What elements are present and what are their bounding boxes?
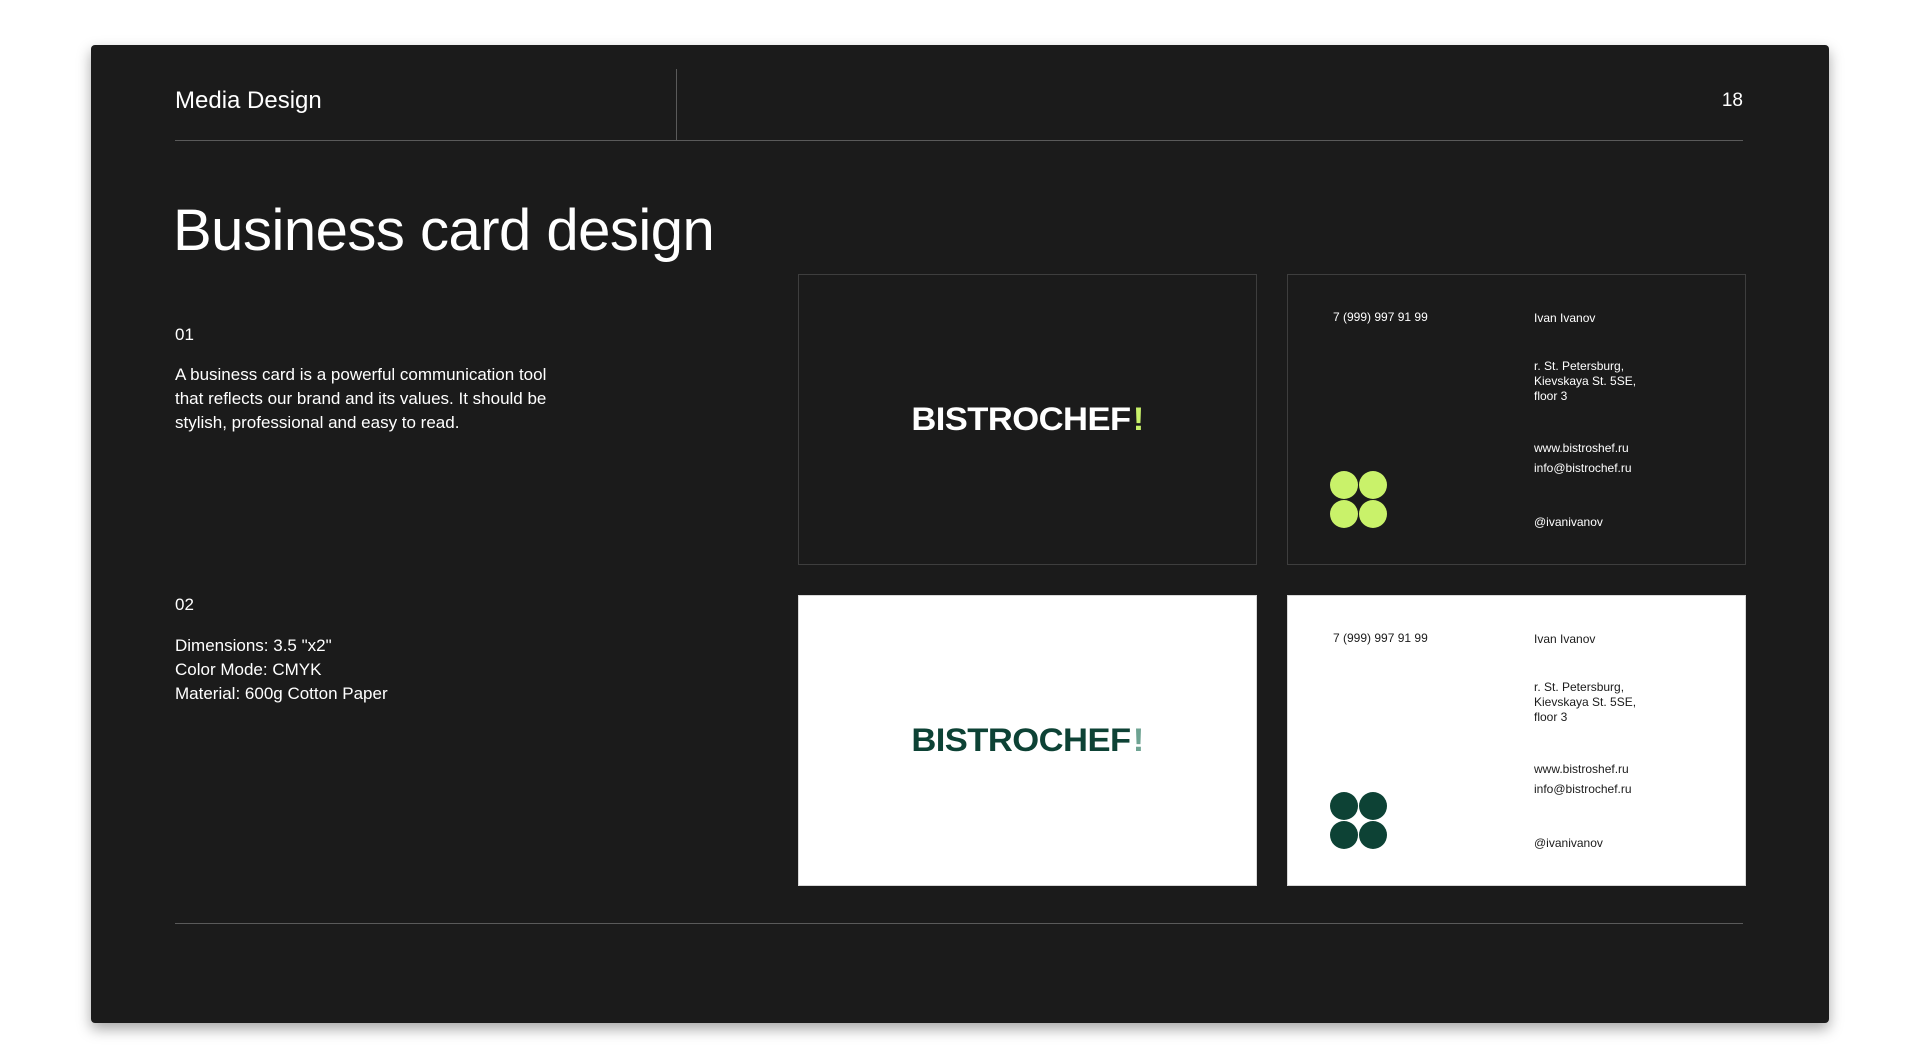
block-number-2: 02: [175, 595, 194, 614]
card-address: r. St. Petersburg, Kievskaya St. 5SE, fl…: [1534, 680, 1637, 724]
spec-color-mode: Color Mode: CMYK: [175, 660, 322, 679]
logo-exclamation: !: [1132, 401, 1145, 437]
card-name: Ivan Ivanov: [1534, 632, 1596, 646]
card-website: www.bistroshef.ru: [1534, 762, 1629, 776]
header-divider-vertical: [676, 69, 677, 141]
card-handle: @ivanivanov: [1534, 836, 1603, 850]
header-divider: [175, 140, 1743, 141]
logo-wordmark: BISTROCHEF: [911, 401, 1131, 437]
card-email: info@bistrochef.ru: [1534, 782, 1632, 796]
card-handle: @ivanivanov: [1534, 515, 1603, 529]
card-phone: 7 (999) 997 91 99: [1333, 310, 1428, 324]
brand-dots-icon: [1330, 471, 1390, 531]
card-phone: 7 (999) 997 91 99: [1333, 631, 1428, 645]
brand-logo: BISTROCHEF!: [781, 722, 1275, 759]
spec-list: Dimensions: 3.5 "x2" Color Mode: CMYK Ma…: [175, 634, 388, 706]
card-website: www.bistroshef.ru: [1534, 441, 1629, 455]
block-number-1: 01: [175, 325, 194, 344]
page-title: Business card design: [173, 198, 715, 263]
card-back-light: 7 (999) 997 91 99 Ivan Ivanov r. St. Pet…: [1287, 595, 1746, 886]
card-address: r. St. Petersburg, Kievskaya St. 5SE, fl…: [1534, 359, 1637, 403]
card-front-dark: BISTROCHEF!: [798, 274, 1257, 565]
card-email: info@bistrochef.ru: [1534, 461, 1632, 475]
card-name: Ivan Ivanov: [1534, 311, 1596, 325]
spec-dimensions: Dimensions: 3.5 "x2": [175, 636, 332, 655]
brand-dots-icon: [1330, 792, 1390, 852]
logo-wordmark: BISTROCHEF: [911, 722, 1131, 758]
spec-material: Material: 600g Cotton Paper: [175, 684, 388, 703]
page-number: 18: [1721, 90, 1743, 111]
block-text-1: A business card is a powerful communicat…: [175, 365, 547, 432]
logo-exclamation: !: [1132, 722, 1145, 758]
footer-divider: [175, 923, 1743, 924]
card-front-light: BISTROCHEF!: [798, 595, 1257, 886]
card-back-dark: 7 (999) 997 91 99 Ivan Ivanov r. St. Pet…: [1287, 274, 1746, 565]
brand-logo: BISTROCHEF!: [781, 401, 1275, 438]
presentation-slide: Media Design 18 Business card design 01 …: [91, 45, 1829, 1023]
section-name: Media Design: [175, 87, 322, 114]
